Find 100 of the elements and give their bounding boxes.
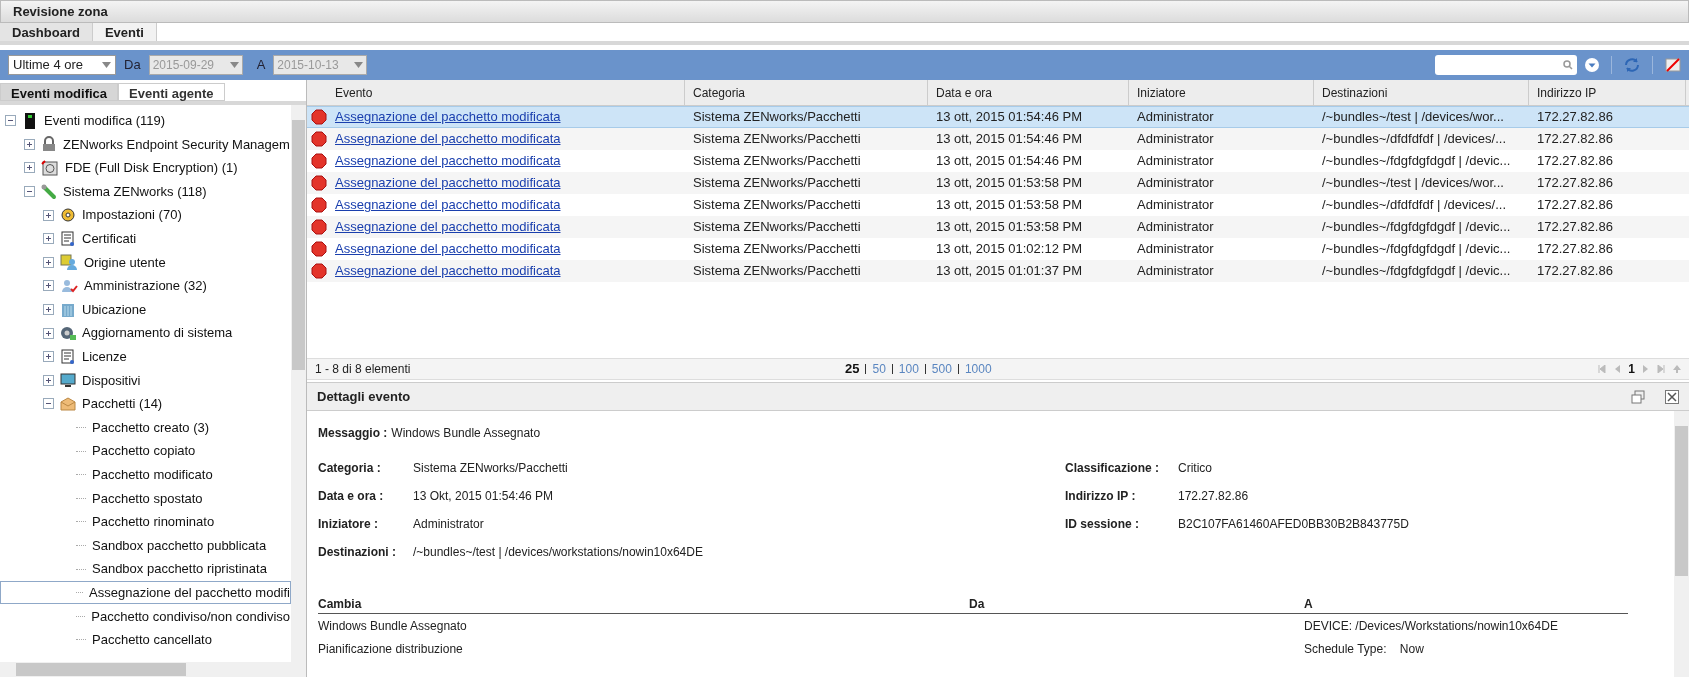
tree-item[interactable]: Certificati (82, 229, 137, 249)
tab[interactable]: Dashboard (0, 23, 93, 41)
tree-item[interactable]: Eventi modifica (119) (44, 111, 166, 131)
tree-item[interactable]: Pacchetto rinominato (92, 512, 215, 532)
vertical-scrollbar[interactable] (291, 105, 306, 662)
vertical-scrollbar[interactable] (1674, 411, 1689, 677)
expand-icon[interactable] (43, 256, 54, 268)
expand-icon[interactable] (24, 162, 35, 174)
field-value: 13 Okt, 2015 01:54:46 PM (413, 488, 554, 505)
expand-icon[interactable] (43, 233, 54, 245)
table-cell-text: 172.27.82.86 (1537, 218, 1613, 237)
tab[interactable]: Eventi (92, 23, 157, 41)
table-cell-text: /~bundles~/test | /devices/wor... (1322, 174, 1504, 193)
table-cell-text: 13 ott, 2015 01:53:58 PM (936, 218, 1082, 237)
tree-item[interactable]: Licenze (82, 347, 127, 367)
tree-item[interactable]: Pacchetto copiato (92, 441, 196, 461)
collapse-icon[interactable] (5, 115, 16, 127)
tree-item[interactable]: Impostazioni (70) (82, 205, 182, 225)
tree-item[interactable]: Pacchetto cancellato (92, 630, 212, 650)
tree-item[interactable]: Pacchetto spostato (92, 488, 203, 509)
horizontal-scrollbar[interactable] (0, 662, 306, 677)
tree-item[interactable]: Amministrazione (32) (84, 276, 207, 296)
building-icon (60, 301, 76, 318)
table-cell-text: /~bundles~/fdgfdgfdgdf | /devic... (1322, 152, 1511, 171)
event-link[interactable]: Assegnazione del pacchetto modificata (335, 261, 561, 281)
tab[interactable]: Eventi agente (118, 83, 225, 101)
event-link[interactable]: Assegnazione del pacchetto modificata (335, 151, 561, 171)
dropdown-icon[interactable] (1585, 58, 1599, 72)
table-row[interactable]: Assegnazione del pacchetto modificata Sistema ZENworks/Pacchetti 13 ott, 2015 01:53:58 PM Administrator /~bundles~/test | /devices/wor... 172.27.82.86 (307, 172, 1689, 194)
table-cell-text: /~bundles~/fdgfdgfdgdf | /devic... (1322, 240, 1511, 259)
gear-icon (60, 207, 76, 224)
tree-item[interactable]: Pacchetti (14) (82, 394, 163, 414)
table-cell-text: 13 ott, 2015 01:54:46 PM (936, 130, 1082, 149)
expand-icon[interactable] (43, 327, 54, 339)
table-row[interactable]: Assegnazione del pacchetto modificata Sistema ZENworks/Pacchetti 13 ott, 2015 01:01:37 PM Administrator /~bundles~/fdgfdgfdgdf | /devic... 172.27.82.86 (307, 260, 1689, 282)
table-row[interactable]: Assegnazione del pacchetto modificata Sistema ZENworks/Pacchetti 13 ott, 2015 01:53:58 PM Administrator /~bundles~/fdgfdgfdgdf | /devic... 172.27.82.86 (307, 216, 1689, 238)
table-cell-text: /~bundles~/dfdfdfdf | /devices/... (1322, 196, 1507, 215)
expand-icon[interactable] (43, 351, 54, 363)
tree-item[interactable]: Pacchetto modificato (92, 464, 213, 485)
column-header[interactable]: Categoria (685, 80, 928, 105)
tree-item[interactable]: Pacchetto creato (3) (92, 417, 210, 438)
table-cell: DEVICE: /Devices/Workstations/nowin10x64DE (1304, 619, 1558, 633)
tree-item[interactable]: ZENworks Endpoint Security Managem (63, 134, 290, 155)
tab[interactable]: Eventi modifica (0, 83, 119, 101)
table-cell-text: Sistema ZENworks/Pacchetti (693, 262, 861, 281)
column-header[interactable]: Indirizzo IP (1529, 80, 1686, 105)
event-link[interactable]: Assegnazione del pacchetto modificata (335, 217, 561, 237)
table-cell-text: 172.27.82.86 (1537, 196, 1613, 215)
page-size-link[interactable]: 500 (931, 360, 952, 378)
window-title: Revisione zona (13, 2, 108, 21)
close-icon[interactable] (1665, 389, 1679, 404)
expand-icon[interactable] (43, 374, 54, 386)
event-link[interactable]: Assegnazione del pacchetto modificata (335, 129, 561, 149)
tree-item[interactable]: Pacchetto condiviso/non condiviso (91, 606, 290, 626)
field-value: B2C107FA61460AFED0BB30B2B843775D (1178, 516, 1409, 533)
tree-item[interactable]: Aggiornamento di sistema (82, 323, 233, 343)
field-label: Categoria : (318, 460, 382, 477)
column-header[interactable]: Data e ora (928, 80, 1129, 105)
table-cell-text: 13 ott, 2015 01:01:37 PM (936, 262, 1082, 281)
table-row[interactable]: Assegnazione del pacchetto modificata Sistema ZENworks/Pacchetti 13 ott, 2015 01:54:46 PM Administrator /~bundles~/test | /devices/wor... 172.27.82.86 (307, 106, 1689, 128)
tree-item[interactable]: FDE (Full Disk Encryption) (1) (65, 158, 238, 178)
collapse-icon[interactable] (43, 398, 54, 410)
stop-icon (311, 263, 327, 279)
stop-icon (311, 175, 327, 191)
page-size-link[interactable]: 25 (845, 359, 860, 379)
tree-item[interactable]: Origine utente (84, 252, 166, 273)
popout-icon[interactable] (1631, 389, 1645, 404)
field-label: Destinazioni : (318, 544, 397, 561)
tree-item[interactable]: Ubicazione (82, 299, 147, 320)
expand-icon[interactable] (43, 304, 54, 316)
event-link[interactable]: Assegnazione del pacchetto modificata (335, 107, 561, 127)
tree-item[interactable]: Sandbox pacchetto ripristinata (92, 559, 267, 579)
tree-item[interactable]: Sandbox pacchetto pubblicata (92, 535, 267, 556)
license-icon (60, 348, 76, 365)
page-size-link[interactable]: 1000 (964, 360, 992, 378)
column-header[interactable]: Destinazioni (1314, 80, 1529, 105)
collapse-icon[interactable] (24, 186, 35, 198)
event-link[interactable]: Assegnazione del pacchetto modificata (335, 195, 561, 215)
table-cell-text: 172.27.82.86 (1537, 108, 1613, 127)
table-cell-text: 13 ott, 2015 01:02:12 PM (936, 240, 1082, 259)
table-cell-text: Administrator (1137, 130, 1214, 149)
search-field[interactable] (1435, 55, 1577, 75)
field-value: Administrator (413, 516, 484, 533)
page-size-link[interactable]: 50 (872, 360, 886, 378)
column-header[interactable]: Evento (307, 80, 685, 105)
event-link[interactable]: Assegnazione del pacchetto modificata (335, 173, 561, 193)
tree-item[interactable]: Dispositivi (82, 370, 141, 391)
tree-item[interactable]: Sistema ZENworks (118) (63, 181, 207, 202)
expand-icon[interactable] (24, 138, 35, 150)
range-dropdown[interactable]: Ultime 4 ore (8, 55, 116, 75)
expand-icon[interactable] (43, 280, 54, 292)
page-size-link[interactable]: 100 (898, 360, 919, 378)
clear-filter-icon[interactable] (1665, 58, 1681, 72)
wrench-icon (41, 183, 57, 200)
expand-icon[interactable] (43, 209, 54, 221)
table-cell-text: 172.27.82.86 (1537, 130, 1613, 149)
event-link[interactable]: Assegnazione del pacchetto modificata (335, 239, 561, 259)
table-cell-text: Administrator (1137, 262, 1214, 281)
table-row[interactable]: Assegnazione del pacchetto modificata Sistema ZENworks/Pacchetti 13 ott, 2015 01:54:46 PM Administrator /~bundles~/dfdfdfdf | /devices/... 172.27.82.86 (307, 128, 1689, 150)
column-header[interactable]: Iniziatore (1129, 80, 1314, 105)
